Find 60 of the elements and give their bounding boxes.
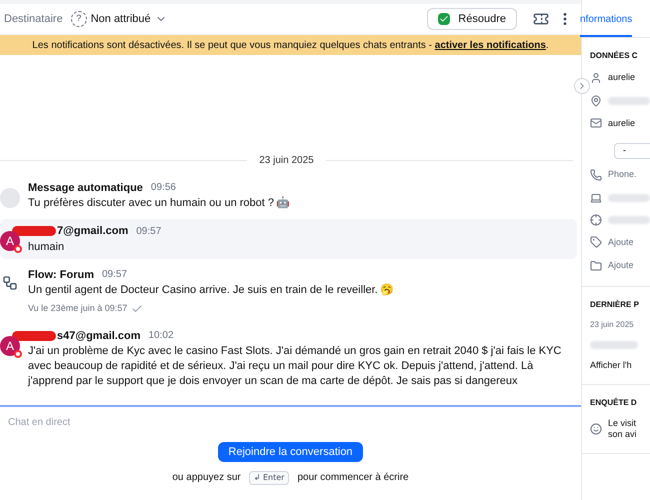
assignee-dropdown[interactable]: Non attribué	[90, 10, 167, 28]
sender-name: s47@gmail.com	[57, 328, 140, 344]
detail-text: aurelie	[608, 71, 636, 84]
folder-icon	[590, 260, 602, 272]
phone-icon	[590, 168, 602, 181]
detail-text: Ajoute	[608, 259, 634, 272]
survey-text: Le visit	[608, 418, 637, 429]
help-icon: ?	[70, 11, 87, 27]
sender-name: Flow: Forum	[28, 268, 94, 282]
tag-icon	[590, 236, 602, 248]
section-title: DERNIÈRE P	[590, 298, 640, 310]
hint-text: pour commencer à écrire	[297, 471, 409, 485]
check-icon	[131, 302, 144, 315]
ticket-icon[interactable]	[533, 11, 549, 27]
detail-text: Phone.	[608, 168, 637, 181]
date-text: 23 juin 2025	[590, 318, 635, 331]
seen-status: Vu le 23ème juin à 09:57	[28, 302, 128, 315]
sender-name: 7@gmail.com	[57, 224, 128, 239]
visitor-avatar: A	[0, 231, 20, 251]
flow-icon	[2, 274, 18, 290]
dropdown-field[interactable]: -	[614, 143, 650, 158]
blurred-text	[608, 216, 650, 224]
sender-name: Message automatique	[28, 180, 143, 196]
join-conversation-button[interactable]: Rejoindre la conversation	[218, 442, 363, 462]
checkbox-icon	[438, 13, 450, 25]
laptop-icon	[590, 192, 602, 204]
smiley-icon	[590, 423, 602, 435]
target-icon	[590, 214, 602, 226]
detail-text: aurelie	[608, 116, 636, 130]
section-title: ENQUÊTE D	[590, 397, 638, 409]
sidebar-tab[interactable]: nformations	[580, 12, 632, 37]
date-separator: 23 juin 2025	[259, 154, 314, 168]
message-time: 09:56	[150, 181, 176, 196]
section-title: DONNÉES C	[590, 50, 639, 62]
blurred-text	[608, 96, 650, 104]
message-text: humain	[28, 240, 66, 254]
message-text: J'ai un problème de Kyc avec le casino Fast Slots. J'ai démandé un gros gain en retrait 2040 $ j'ai fais le KYC avec beaucoup de rapidité et de sérieux. J'ai reçu un mail pour dire KYC ok. Depuis j'attend, j'attend. Là j'apprend par le support que je dois envoyer un scan de ma carte de dépôt. Je sais pas si dangereux	[28, 344, 562, 389]
survey-text: son avi	[608, 429, 637, 440]
hint-text: ou appuyez sur	[172, 471, 241, 485]
message-time: 09:57	[102, 268, 128, 282]
person-icon	[590, 72, 602, 84]
message-text: Tu préfères discuter avec un humain ou un robot ? 🤖	[28, 196, 290, 211]
channel-label: Chat en direct	[8, 416, 70, 430]
notification-banner: Les notifications sont désactivées. Il se peut que vous manquiez quelques chats entrants - activer les notifications.	[0, 35, 581, 55]
detail-text: Ajoute	[608, 236, 634, 249]
mail-icon	[590, 117, 602, 130]
visitor-avatar: A	[0, 336, 20, 356]
blurred-text	[608, 194, 650, 202]
recipient-label: Destinataire	[4, 12, 63, 27]
message-text: Un gentil agent de Docteur Casino arrive. Je suis en train de le reveiller. 🥱	[28, 283, 394, 298]
history-link[interactable]: Afficher l'h	[590, 354, 650, 376]
enter-key: ↲ Enter	[248, 470, 290, 484]
blurred-text	[590, 340, 638, 348]
avatar-placeholder	[0, 188, 20, 208]
message-time: 10:02	[148, 329, 174, 344]
message-time: 09:57	[136, 224, 162, 239]
pin-icon	[590, 94, 602, 106]
expand-icon[interactable]	[574, 78, 590, 94]
enable-notifications-link[interactable]: activer les notifications	[434, 40, 546, 50]
resolve-button[interactable]: Résoudre	[427, 8, 517, 30]
